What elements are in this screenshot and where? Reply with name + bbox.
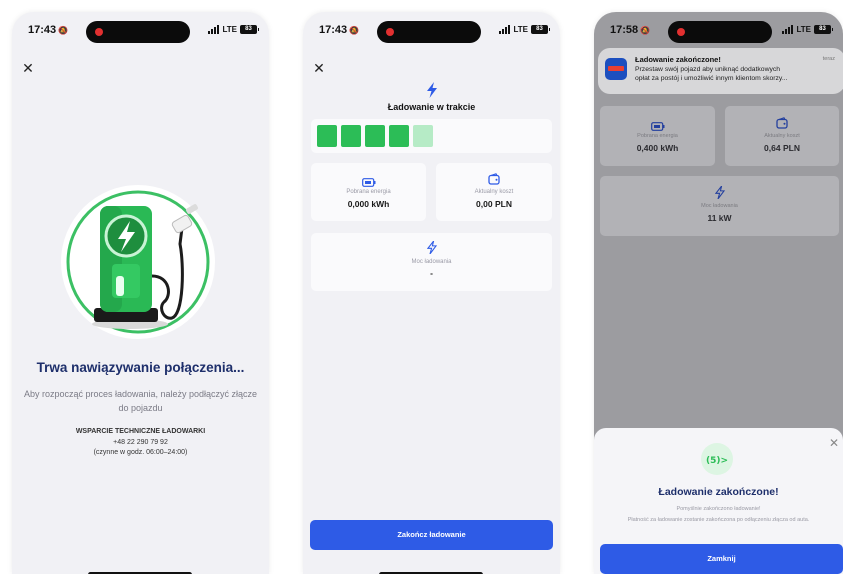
dynamic-island bbox=[377, 21, 481, 43]
recording-dot-icon bbox=[95, 28, 103, 36]
support-label: WSPARCIE TECHNICZNE ŁADOWARKI bbox=[75, 428, 206, 435]
screen-charging-finished: 17:58 🔕 LTE 83 Pobrana energia 0,400 kWh … bbox=[594, 12, 843, 574]
power-label: Moc ładowania bbox=[411, 259, 452, 265]
power-value: - bbox=[430, 268, 433, 278]
finished-sheet: ✕ (5)> Ładowanie zakończone! Pomyślnie z… bbox=[594, 428, 843, 574]
cost-card: Aktualny koszt 0,00 PLN bbox=[436, 163, 552, 221]
status-indicators: LTE 83 bbox=[782, 25, 833, 34]
power-card: Moc ładowania 11 kW bbox=[600, 176, 839, 236]
status-bar: 17:43 🔕 LTE 83 bbox=[12, 12, 269, 48]
connecting-title: Trwa nawiązywanie połączenia... bbox=[36, 360, 245, 375]
power-card: Moc ładowania - bbox=[311, 233, 552, 291]
energy-label: Pobrana energia bbox=[346, 189, 391, 195]
screen-charging: 17:43 🔕 LTE 83 ✕ Ładowanie w trakcie Pobr… bbox=[303, 12, 560, 574]
close-button[interactable]: Zamknij bbox=[600, 544, 843, 574]
energy-label: Pobrana energia bbox=[637, 133, 678, 139]
charging-station-icon bbox=[61, 185, 215, 339]
signal-icon bbox=[782, 25, 794, 34]
status-bar: 17:43 🔕 LTE 83 bbox=[303, 12, 560, 48]
network-type: LTE bbox=[513, 25, 528, 34]
close-icon[interactable]: ✕ bbox=[311, 60, 327, 76]
cost-value: 0,64 PLN bbox=[764, 143, 800, 153]
energy-card: Pobrana energia 0,000 kWh bbox=[311, 163, 426, 221]
power-lightning-icon bbox=[311, 240, 552, 259]
recording-dot-icon bbox=[386, 28, 394, 36]
progress-segment bbox=[365, 125, 385, 147]
power-lightning-icon bbox=[600, 185, 839, 204]
charging-progress bbox=[311, 119, 552, 153]
close-icon[interactable]: ✕ bbox=[20, 60, 36, 76]
network-type: LTE bbox=[796, 25, 811, 34]
cost-value: 0,00 PLN bbox=[476, 199, 512, 209]
energy-card: Pobrana energia 0,400 kWh bbox=[600, 106, 715, 166]
charging-title: Ładowanie w trakcie bbox=[387, 102, 476, 112]
progress-segment bbox=[341, 125, 361, 147]
notification-body: Przestaw swój pojazd aby uniknąć dodatko… bbox=[635, 65, 839, 83]
status-bar: 17:58 🔕 LTE 83 bbox=[594, 12, 843, 48]
status-time: 17:58 🔕 bbox=[610, 24, 651, 36]
notification-body-line: opłat za postój i umożliwić innym klient… bbox=[635, 75, 788, 82]
status-indicators: LTE 83 bbox=[208, 25, 259, 34]
wallet-icon bbox=[725, 116, 839, 134]
bell-icon: 🔕 bbox=[58, 26, 69, 35]
push-notification[interactable]: Ładowanie zakończone! teraz Przestaw swó… bbox=[598, 48, 843, 94]
notification-body-line: Przestaw swój pojazd aby uniknąć dodatko… bbox=[635, 66, 781, 73]
notification-title: Ładowanie zakończone! bbox=[635, 55, 721, 64]
wallet-icon bbox=[436, 172, 552, 190]
connecting-subtitle: Aby rozpocząć proces ładowania, należy p… bbox=[23, 389, 258, 413]
notification-time: teraz bbox=[822, 56, 835, 62]
cost-label: Aktualny koszt bbox=[764, 133, 800, 139]
power-label: Moc ładowania bbox=[701, 203, 738, 209]
payment-success-icon: (5)> bbox=[701, 443, 733, 475]
dynamic-island bbox=[86, 21, 190, 43]
bell-icon: 🔕 bbox=[349, 26, 360, 35]
progress-segment-partial bbox=[413, 125, 433, 147]
power-value: 11 kW bbox=[707, 213, 732, 223]
status-time: 17:43 🔕 bbox=[28, 24, 69, 36]
battery-icon: 83 bbox=[240, 25, 259, 34]
status-time: 17:43 🔕 bbox=[319, 24, 360, 36]
close-icon[interactable]: ✕ bbox=[829, 436, 839, 450]
network-type: LTE bbox=[222, 25, 237, 34]
support-info: WSPARCIE TECHNICZNE ŁADOWARKI +48 22 290… bbox=[12, 427, 269, 459]
battery-icon: 83 bbox=[531, 25, 550, 34]
app-icon bbox=[605, 58, 627, 80]
bell-icon: 🔕 bbox=[640, 26, 651, 35]
screen-connecting: 17:43 🔕 LTE 83 ✕ Trwa nawiązywanie połąc… bbox=[12, 12, 269, 574]
support-phone[interactable]: +48 22 290 79 92 bbox=[12, 438, 269, 449]
finished-subtitle: Pomyślnie zakończono ładowanie! bbox=[676, 506, 761, 512]
recording-dot-icon bbox=[677, 28, 685, 36]
dynamic-island bbox=[668, 21, 772, 43]
progress-segment bbox=[389, 125, 409, 147]
energy-value: 0,000 kWh bbox=[347, 199, 390, 209]
cost-card: Aktualny koszt 0,64 PLN bbox=[725, 106, 839, 166]
status-indicators: LTE 83 bbox=[499, 25, 550, 34]
cost-label: Aktualny koszt bbox=[474, 189, 514, 195]
signal-icon bbox=[208, 25, 220, 34]
payment-success-text: (5)> bbox=[706, 456, 728, 466]
charger-illustration bbox=[60, 184, 216, 340]
end-charging-button[interactable]: Zakończ ładowanie bbox=[310, 520, 553, 550]
signal-icon bbox=[499, 25, 511, 34]
lightning-icon bbox=[303, 82, 560, 103]
energy-value: 0,400 kWh bbox=[636, 143, 679, 153]
battery-icon: 83 bbox=[814, 25, 833, 34]
support-hours: (czynne w godz. 06:00–24:00) bbox=[93, 449, 188, 456]
finished-title: Ładowanie zakończone! bbox=[658, 486, 779, 498]
progress-segment bbox=[317, 125, 337, 147]
finished-description: Płatność za ładowanie zostanie zakończon… bbox=[627, 517, 810, 523]
